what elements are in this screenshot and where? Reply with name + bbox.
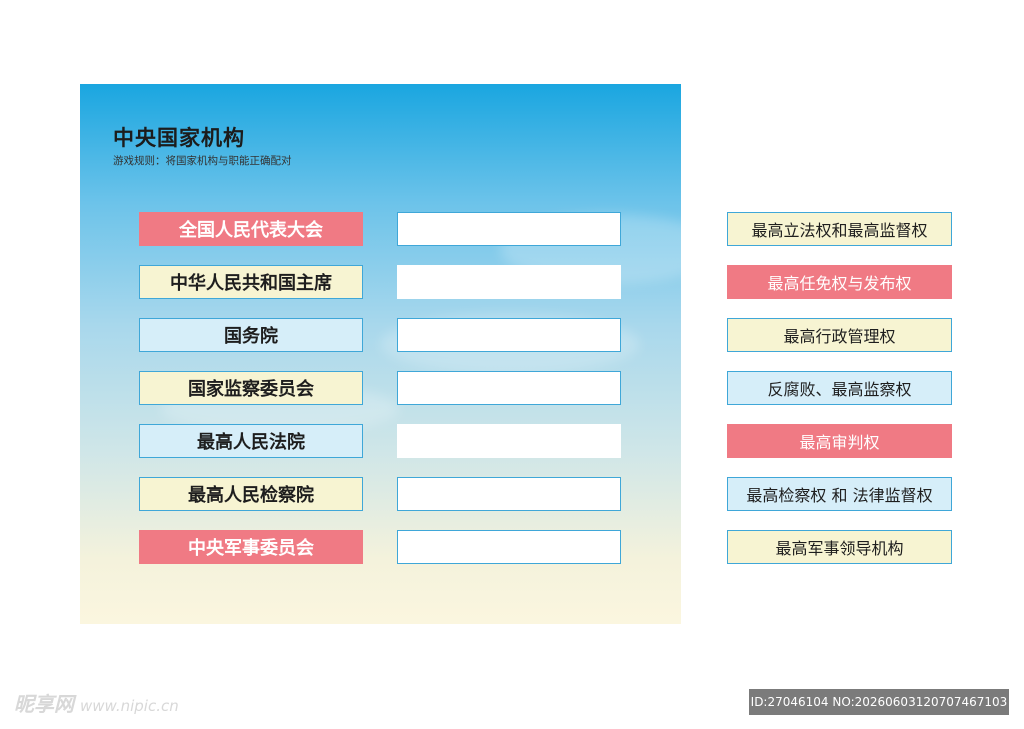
answer-slot-6[interactable]	[397, 477, 621, 511]
watermark-id: ID:27046104 NO:20260603120707467103	[749, 689, 1009, 715]
answer-slot-7[interactable]	[397, 530, 621, 564]
watermark-url: www.nipic.cn	[80, 697, 179, 715]
function-card-judicial[interactable]: 最高审判权	[727, 424, 952, 458]
game-board: 中央国家机构 游戏规则：将国家机构与职能正确配对 全国人民代表大会 中华人民共和…	[80, 84, 681, 624]
institution-npc[interactable]: 全国人民代表大会	[139, 212, 363, 246]
function-card-military[interactable]: 最高军事领导机构	[727, 530, 952, 564]
function-card-procuratorial[interactable]: 最高检察权 和 法律监督权	[727, 477, 952, 511]
answer-slot-5[interactable]	[397, 424, 621, 458]
institution-military-commission[interactable]: 中央军事委员会	[139, 530, 363, 564]
function-card-legislative[interactable]: 最高立法权和最高监督权	[727, 212, 952, 246]
game-title: 中央国家机构	[113, 125, 245, 150]
game-rules: 游戏规则：将国家机构与职能正确配对	[113, 155, 292, 167]
function-card-administrative[interactable]: 最高行政管理权	[727, 318, 952, 352]
institution-supervisory-commission[interactable]: 国家监察委员会	[139, 371, 363, 405]
function-card-appointment[interactable]: 最高任免权与发布权	[727, 265, 952, 299]
answer-slot-2[interactable]	[397, 265, 621, 299]
institution-president[interactable]: 中华人民共和国主席	[139, 265, 363, 299]
watermark-brand: 昵享网	[14, 692, 74, 716]
function-card-supervision[interactable]: 反腐败、最高监察权	[727, 371, 952, 405]
institution-state-council[interactable]: 国务院	[139, 318, 363, 352]
answer-slot-4[interactable]	[397, 371, 621, 405]
answer-slot-3[interactable]	[397, 318, 621, 352]
watermark-logo: 昵享网 www.nipic.cn	[14, 688, 179, 717]
answer-slot-1[interactable]	[397, 212, 621, 246]
institution-supreme-court[interactable]: 最高人民法院	[139, 424, 363, 458]
institution-supreme-procuratorate[interactable]: 最高人民检察院	[139, 477, 363, 511]
